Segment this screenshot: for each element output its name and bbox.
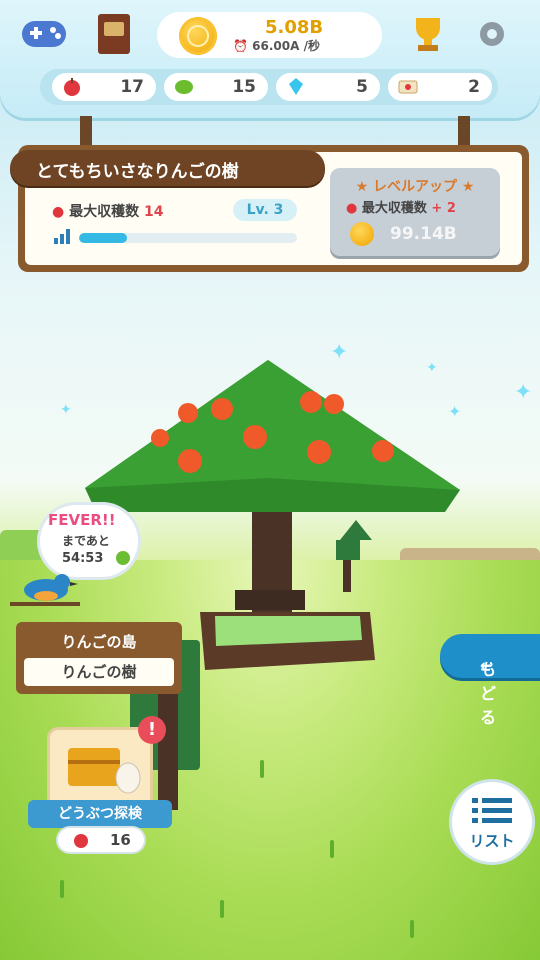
coin-amount: 5.08B [265,17,324,38]
star-icon: ★ [355,179,369,195]
list-icon [472,798,512,823]
apple-icon [74,834,88,848]
tree-title: とてもちいさなりんごの樹 [36,162,239,182]
grass-tuft [410,920,414,938]
fever-countdown: 54:53 [62,551,104,566]
resource-value: 5 [356,77,368,97]
level-up-bonus: ● 最大収穫数 + 2 [346,197,456,216]
resource-beans: 15 [164,73,268,101]
max-harvest: ● 最大収穫数 14 [52,201,163,221]
book-icon[interactable] [90,10,138,58]
back-button[interactable]: ↩ もどる [440,634,540,727]
resource-value: 2 [468,77,480,97]
level-progress-bar [79,233,297,243]
fever-subtitle: まであと [62,534,110,548]
level-up-bonus-label: 最大収穫数 [361,201,427,216]
alarm-clock-icon: ⏰ [233,39,248,53]
gear-icon[interactable] [468,10,516,58]
rate-value: 66.00A [252,39,300,53]
animal-explore-button[interactable]: ! どうぶつ探検 16 [28,716,172,854]
tree-title-tab: とてもちいさなりんごの樹 [10,150,325,186]
coin-icon [350,222,374,246]
bird-icon [10,574,80,606]
grass-tuft [220,900,224,918]
trophy-icon[interactable] [404,10,452,58]
grass-tuft [260,760,264,778]
apple-icon: ● [346,201,358,216]
apple-icon: ● [52,204,65,220]
level-up-title: ★ レベルアップ ★ [330,176,500,196]
resource-value: 15 [232,77,256,97]
list-label: リスト [469,832,515,850]
fever-title: FEVER!! [48,511,116,529]
list-button[interactable]: リスト [452,782,532,862]
location-sign: りんごの島 りんごの樹 [16,622,182,694]
gamepad-icon[interactable] [20,10,68,58]
diamond-icon [289,78,303,95]
grass-tuft [60,880,64,898]
explore-count: 16 [58,828,144,852]
level-badge: Lv. 3 [233,199,297,221]
resource-tickets: 2 [388,73,492,101]
level-up-label: レベルアップ [373,179,457,195]
alert-badge: ! [138,716,166,744]
explore-label: どうぶつ探検 [28,800,172,828]
level-up-button[interactable]: ★ レベルアップ ★ ● 最大収穫数 + 2 99.14B [330,168,500,256]
explore-count-value: 16 [110,831,131,849]
coin-counter: 5.08B ⏰ 66.00A /秒 [157,12,382,58]
grass-tuft [330,840,334,858]
play-icon [116,551,130,565]
level-progress-fill [79,233,127,243]
island-name: りんごの島 [61,633,137,651]
rate-unit: /秒 [303,39,320,53]
resource-apples: 17 [52,73,156,101]
tree-name: りんごの樹 [24,658,174,686]
level-up-cost-value: 99.14B [390,224,457,244]
top-hud: 5.08B ⏰ 66.00A /秒 17 15 5 2 [0,0,540,118]
coin-icon [179,17,217,55]
max-harvest-label: 最大収穫数 [69,204,140,220]
max-harvest-value: 14 [143,204,164,220]
fever-timer[interactable]: FEVER!! まであと 54:53 [40,505,138,577]
back-label: もどる [480,660,497,727]
resource-value: 17 [120,77,144,97]
ticket-icon [398,80,418,94]
level-up-cost: 99.14B [330,222,500,246]
growth-chart-icon [54,229,70,244]
bean-icon [175,80,193,94]
star-icon: ★ [461,179,475,195]
coin-rate: ⏰ 66.00A /秒 [233,37,320,54]
apple-icon [64,78,80,96]
level-up-bonus-value: + 2 [431,201,456,216]
resource-diamonds: 5 [276,73,380,101]
